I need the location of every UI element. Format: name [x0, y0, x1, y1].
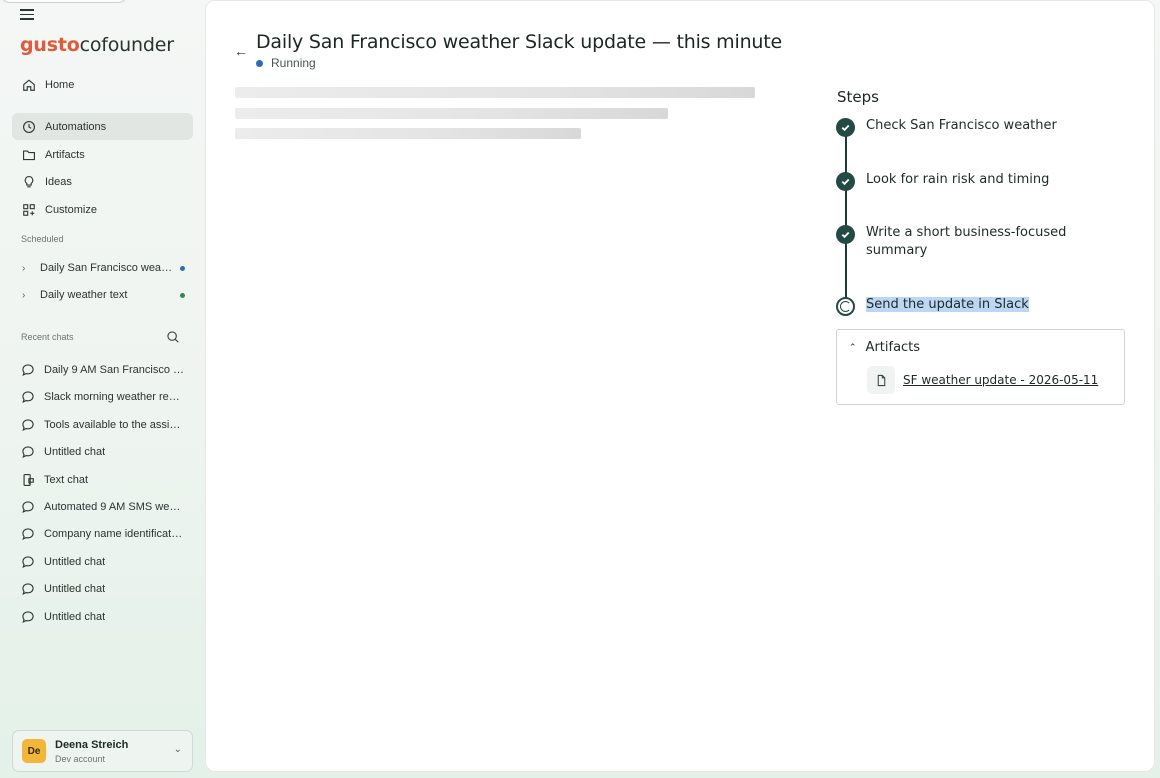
back-arrow-icon[interactable]: ←	[234, 43, 248, 59]
status-dot	[180, 292, 185, 298]
folder-icon	[21, 147, 36, 162]
loading-skeleton-line	[235, 108, 668, 119]
window-tab	[0, 0, 128, 3]
scheduled-item[interactable]: › Daily weather text	[12, 282, 193, 308]
app-logo: gustocofounder	[20, 34, 174, 56]
spinner-icon	[836, 297, 855, 316]
check-icon	[836, 225, 855, 244]
recent-chat-item[interactable]: Daily 9 AM San Francisco weather	[12, 357, 193, 383]
step-label: Look for rain risk and timing	[866, 172, 1050, 187]
chat-bubble-icon	[21, 527, 36, 542]
chat-bubble-icon	[21, 582, 36, 597]
recent-chat-item[interactable]: Untitled chat	[12, 549, 193, 575]
chevron-down-icon: ⌄	[173, 744, 182, 755]
check-icon	[836, 118, 855, 137]
recent-chat-item[interactable]: Untitled chat	[12, 604, 193, 630]
status-dot	[256, 59, 263, 67]
home-icon	[21, 77, 36, 92]
account-switcher[interactable]: De Deena Streich Dev account ⌄	[12, 730, 193, 772]
artifact-item[interactable]: SF weather update - 2026-05-11	[867, 366, 1098, 394]
chevron-up-icon: ⌃	[849, 342, 857, 353]
menu-icon[interactable]	[20, 9, 34, 21]
chat-bubble-icon	[21, 418, 36, 433]
clock-icon	[21, 119, 36, 134]
recent-chat-item[interactable]: Text chat	[12, 467, 193, 493]
nav-artifacts[interactable]: Artifacts	[12, 141, 193, 168]
recent-chat-item[interactable]: Tools available to the assistant	[12, 412, 193, 438]
artifacts-panel: ⌃ Artifacts SF weather update - 2026-05-…	[836, 329, 1125, 405]
lightbulb-icon	[21, 174, 36, 189]
step-label-current: Send the update in Slack	[866, 297, 1029, 312]
chevron-right-icon: ›	[22, 262, 26, 274]
recent-chat-item[interactable]: Slack morning weather report	[12, 384, 193, 410]
recent-chats-heading: Recent chats	[21, 332, 74, 342]
account-type: Dev account	[55, 753, 106, 764]
chat-bubble-icon	[21, 390, 36, 405]
status-indicator: Running	[256, 56, 316, 70]
scheduled-heading: Scheduled	[21, 234, 64, 244]
user-name: Deena Streich	[55, 738, 129, 751]
chat-bubble-icon	[21, 610, 36, 625]
nav-customize[interactable]: Customize	[12, 196, 193, 223]
chevron-right-icon: ›	[22, 289, 26, 301]
chat-bubble-icon	[21, 500, 36, 515]
recent-chat-item[interactable]: Untitled chat	[12, 576, 193, 602]
artifact-link[interactable]: SF weather update - 2026-05-11	[903, 373, 1098, 387]
status-dot	[180, 265, 185, 271]
recent-chat-item[interactable]: Company name identification	[12, 521, 193, 547]
recent-chat-item[interactable]: Untitled chat	[12, 439, 193, 465]
scheduled-item[interactable]: › Daily San Francisco weather Slack upda…	[12, 255, 193, 281]
avatar: De	[22, 739, 46, 763]
document-icon	[867, 366, 895, 394]
loading-skeleton-line	[235, 128, 581, 139]
step-label: Check San Francisco weather	[866, 118, 1057, 133]
recent-chat-item[interactable]: Automated 9 AM SMS weather	[12, 494, 193, 520]
step-label: Write a short business-focused summary	[866, 225, 1067, 258]
chat-bubble-icon	[21, 363, 36, 378]
nav-ideas[interactable]: Ideas	[12, 168, 193, 195]
chat-bubble-icon	[21, 555, 36, 570]
grid-plus-icon	[21, 202, 36, 217]
phone-chat-icon	[21, 473, 36, 488]
steps-connector	[845, 127, 847, 305]
check-icon	[836, 172, 855, 191]
sidebar: gustocofounder Home Automations Artifact…	[0, 0, 204, 778]
main-panel: ← Daily San Francisco weather Slack upda…	[205, 0, 1155, 772]
chat-bubble-icon	[21, 445, 36, 460]
search-icon[interactable]	[166, 330, 180, 344]
page-title: Daily San Francisco weather Slack update…	[256, 31, 782, 53]
nav-home[interactable]: Home	[12, 71, 193, 98]
artifacts-toggle[interactable]: ⌃ Artifacts	[849, 340, 920, 355]
nav-automations[interactable]: Automations	[12, 113, 193, 140]
steps-heading: Steps	[837, 88, 879, 106]
loading-skeleton-line	[235, 87, 755, 98]
